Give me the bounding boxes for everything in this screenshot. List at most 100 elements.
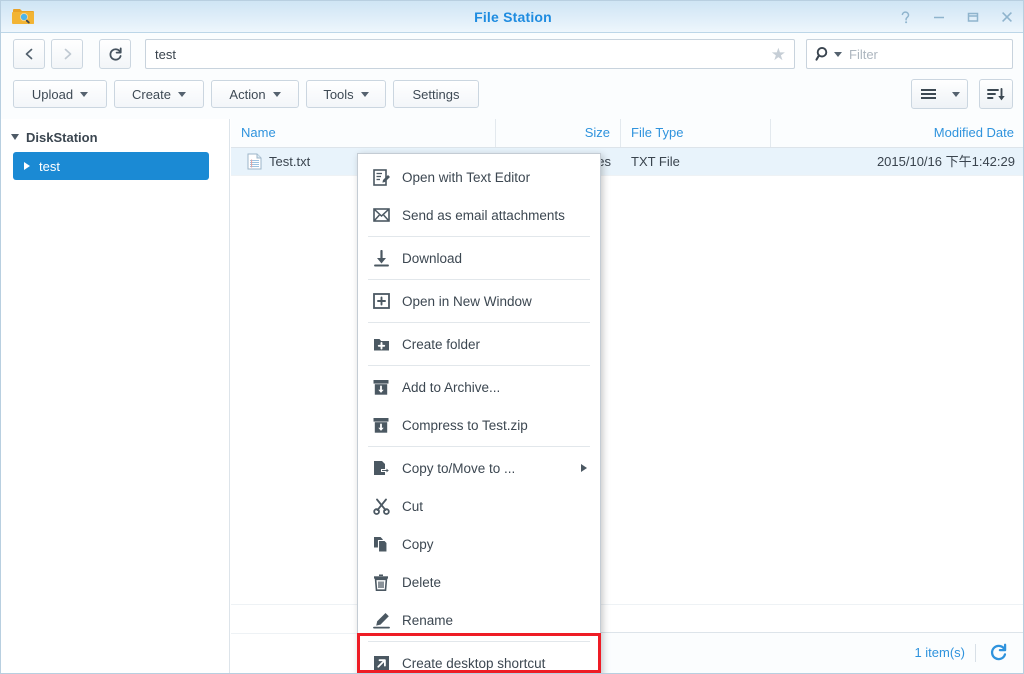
column-header-name[interactable]: Name [231, 119, 496, 147]
chevron-right-icon [61, 47, 74, 61]
column-headers: Name Size File Type Modified Date [231, 119, 1023, 148]
chevron-down-icon [361, 92, 369, 97]
sidebar: DiskStation test [1, 119, 230, 673]
sidebar-item-label: test [39, 159, 60, 174]
menu-item-open-with-text-editor[interactable]: Open with Text Editor [358, 158, 600, 196]
archive-icon [372, 416, 390, 434]
menu-item-copy[interactable]: Copy [358, 525, 600, 563]
envelope-icon [372, 206, 390, 224]
navigation-row: ★ [1, 33, 1024, 75]
grid-divider [231, 175, 1023, 176]
help-button[interactable] [895, 7, 915, 27]
menu-item-copy-to-move-to[interactable]: Copy to/Move to ... [358, 449, 600, 487]
menu-separator [368, 322, 590, 323]
triangle-right-icon[interactable] [24, 162, 30, 170]
toolbar: Upload Create Action Tools Settings [1, 75, 1024, 119]
menu-separator [368, 279, 590, 280]
new-window-icon [372, 292, 390, 310]
table-row[interactable]: Test.txt es TXT File 2015/10/16 下午1:42:2… [231, 148, 1023, 175]
upload-label: Upload [32, 87, 73, 102]
menu-item-rename[interactable]: Rename [358, 601, 600, 639]
context-menu: Open with Text Editor Send as email atta… [357, 153, 601, 674]
menu-item-add-to-archive[interactable]: Add to Archive... [358, 368, 600, 406]
filter-input[interactable] [849, 40, 1007, 68]
title-bar: File Station [1, 1, 1024, 33]
submenu-arrow-icon [581, 464, 587, 472]
triangle-down-icon[interactable] [11, 134, 19, 140]
menu-item-create-folder[interactable]: Create folder [358, 325, 600, 363]
menu-item-label: Copy [402, 537, 434, 552]
menu-separator [368, 236, 590, 237]
refresh-icon[interactable] [989, 643, 1009, 663]
menu-item-label: Create desktop shortcut [402, 656, 545, 671]
action-button[interactable]: Action [211, 80, 299, 108]
minimize-button[interactable] [929, 7, 949, 27]
back-button[interactable] [13, 39, 45, 69]
view-dropdown-button[interactable] [944, 79, 968, 109]
menu-item-cut[interactable]: Cut [358, 487, 600, 525]
column-header-modifieddate[interactable]: Modified Date [771, 119, 1024, 147]
settings-button[interactable]: Settings [393, 80, 479, 108]
chevron-down-icon [273, 92, 281, 97]
column-header-filetype[interactable]: File Type [621, 119, 771, 147]
item-count-label: 1 item(s) [914, 645, 965, 660]
menu-item-label: Create folder [402, 337, 480, 352]
menu-item-compress-to-zip[interactable]: Compress to Test.zip [358, 406, 600, 444]
sidebar-root-label: DiskStation [26, 130, 98, 145]
window-title: File Station [1, 1, 1024, 33]
forward-button[interactable] [51, 39, 83, 69]
search-icon[interactable] [815, 45, 842, 63]
trash-icon [372, 573, 390, 591]
menu-item-label: Download [402, 251, 462, 266]
tools-button[interactable]: Tools [306, 80, 386, 108]
close-button[interactable] [997, 7, 1017, 27]
menu-item-label: Rename [402, 613, 453, 628]
star-icon[interactable]: ★ [771, 45, 786, 64]
list-view-icon[interactable] [911, 79, 945, 109]
menu-item-create-desktop-shortcut[interactable]: Create desktop shortcut [358, 644, 600, 674]
address-bar[interactable]: ★ [145, 39, 795, 69]
menu-item-label: Delete [402, 575, 441, 590]
menu-item-label: Copy to/Move to ... [402, 461, 515, 476]
refresh-icon [108, 47, 123, 62]
upload-button[interactable]: Upload [13, 80, 107, 108]
tools-label: Tools [323, 87, 353, 102]
grid-divider [231, 604, 1023, 605]
text-editor-icon [372, 168, 390, 186]
file-list-area: Name Size File Type Modified Date Test.t… [231, 119, 1023, 673]
menu-item-label: Open with Text Editor [402, 170, 530, 185]
menu-item-delete[interactable]: Delete [358, 563, 600, 601]
chevron-down-icon[interactable] [834, 52, 842, 57]
menu-separator [368, 365, 590, 366]
menu-separator [368, 446, 590, 447]
address-input[interactable] [155, 40, 755, 68]
menu-item-label: Compress to Test.zip [402, 418, 528, 433]
status-divider [975, 644, 976, 662]
menu-item-label: Send as email attachments [402, 208, 565, 223]
menu-item-send-as-email-attachments[interactable]: Send as email attachments [358, 196, 600, 234]
sidebar-item-test[interactable]: test [13, 152, 209, 180]
chevron-down-icon [80, 92, 88, 97]
create-button[interactable]: Create [114, 80, 204, 108]
shortcut-icon [372, 654, 390, 672]
action-label: Action [229, 87, 265, 102]
scissors-icon [372, 497, 390, 515]
sidebar-root-diskstation[interactable]: DiskStation [11, 126, 98, 148]
filter-bar[interactable] [806, 39, 1013, 69]
download-icon [372, 249, 390, 267]
column-header-size[interactable]: Size [496, 119, 621, 147]
menu-item-label: Open in New Window [402, 294, 532, 309]
menu-item-label: Add to Archive... [402, 380, 500, 395]
menu-item-label: Cut [402, 499, 423, 514]
menu-item-open-in-new-window[interactable]: Open in New Window [358, 282, 600, 320]
menu-item-download[interactable]: Download [358, 239, 600, 277]
cell-modifieddate: 2015/10/16 下午1:42:29 [771, 148, 1024, 175]
maximize-button[interactable] [963, 7, 983, 27]
chevron-down-icon [178, 92, 186, 97]
new-folder-icon [372, 335, 390, 353]
pencil-icon [372, 611, 390, 629]
refresh-button[interactable] [99, 39, 131, 69]
menu-separator [368, 641, 590, 642]
file-station-window: File Station ★ [0, 0, 1024, 674]
sort-descending-icon[interactable] [979, 79, 1013, 109]
